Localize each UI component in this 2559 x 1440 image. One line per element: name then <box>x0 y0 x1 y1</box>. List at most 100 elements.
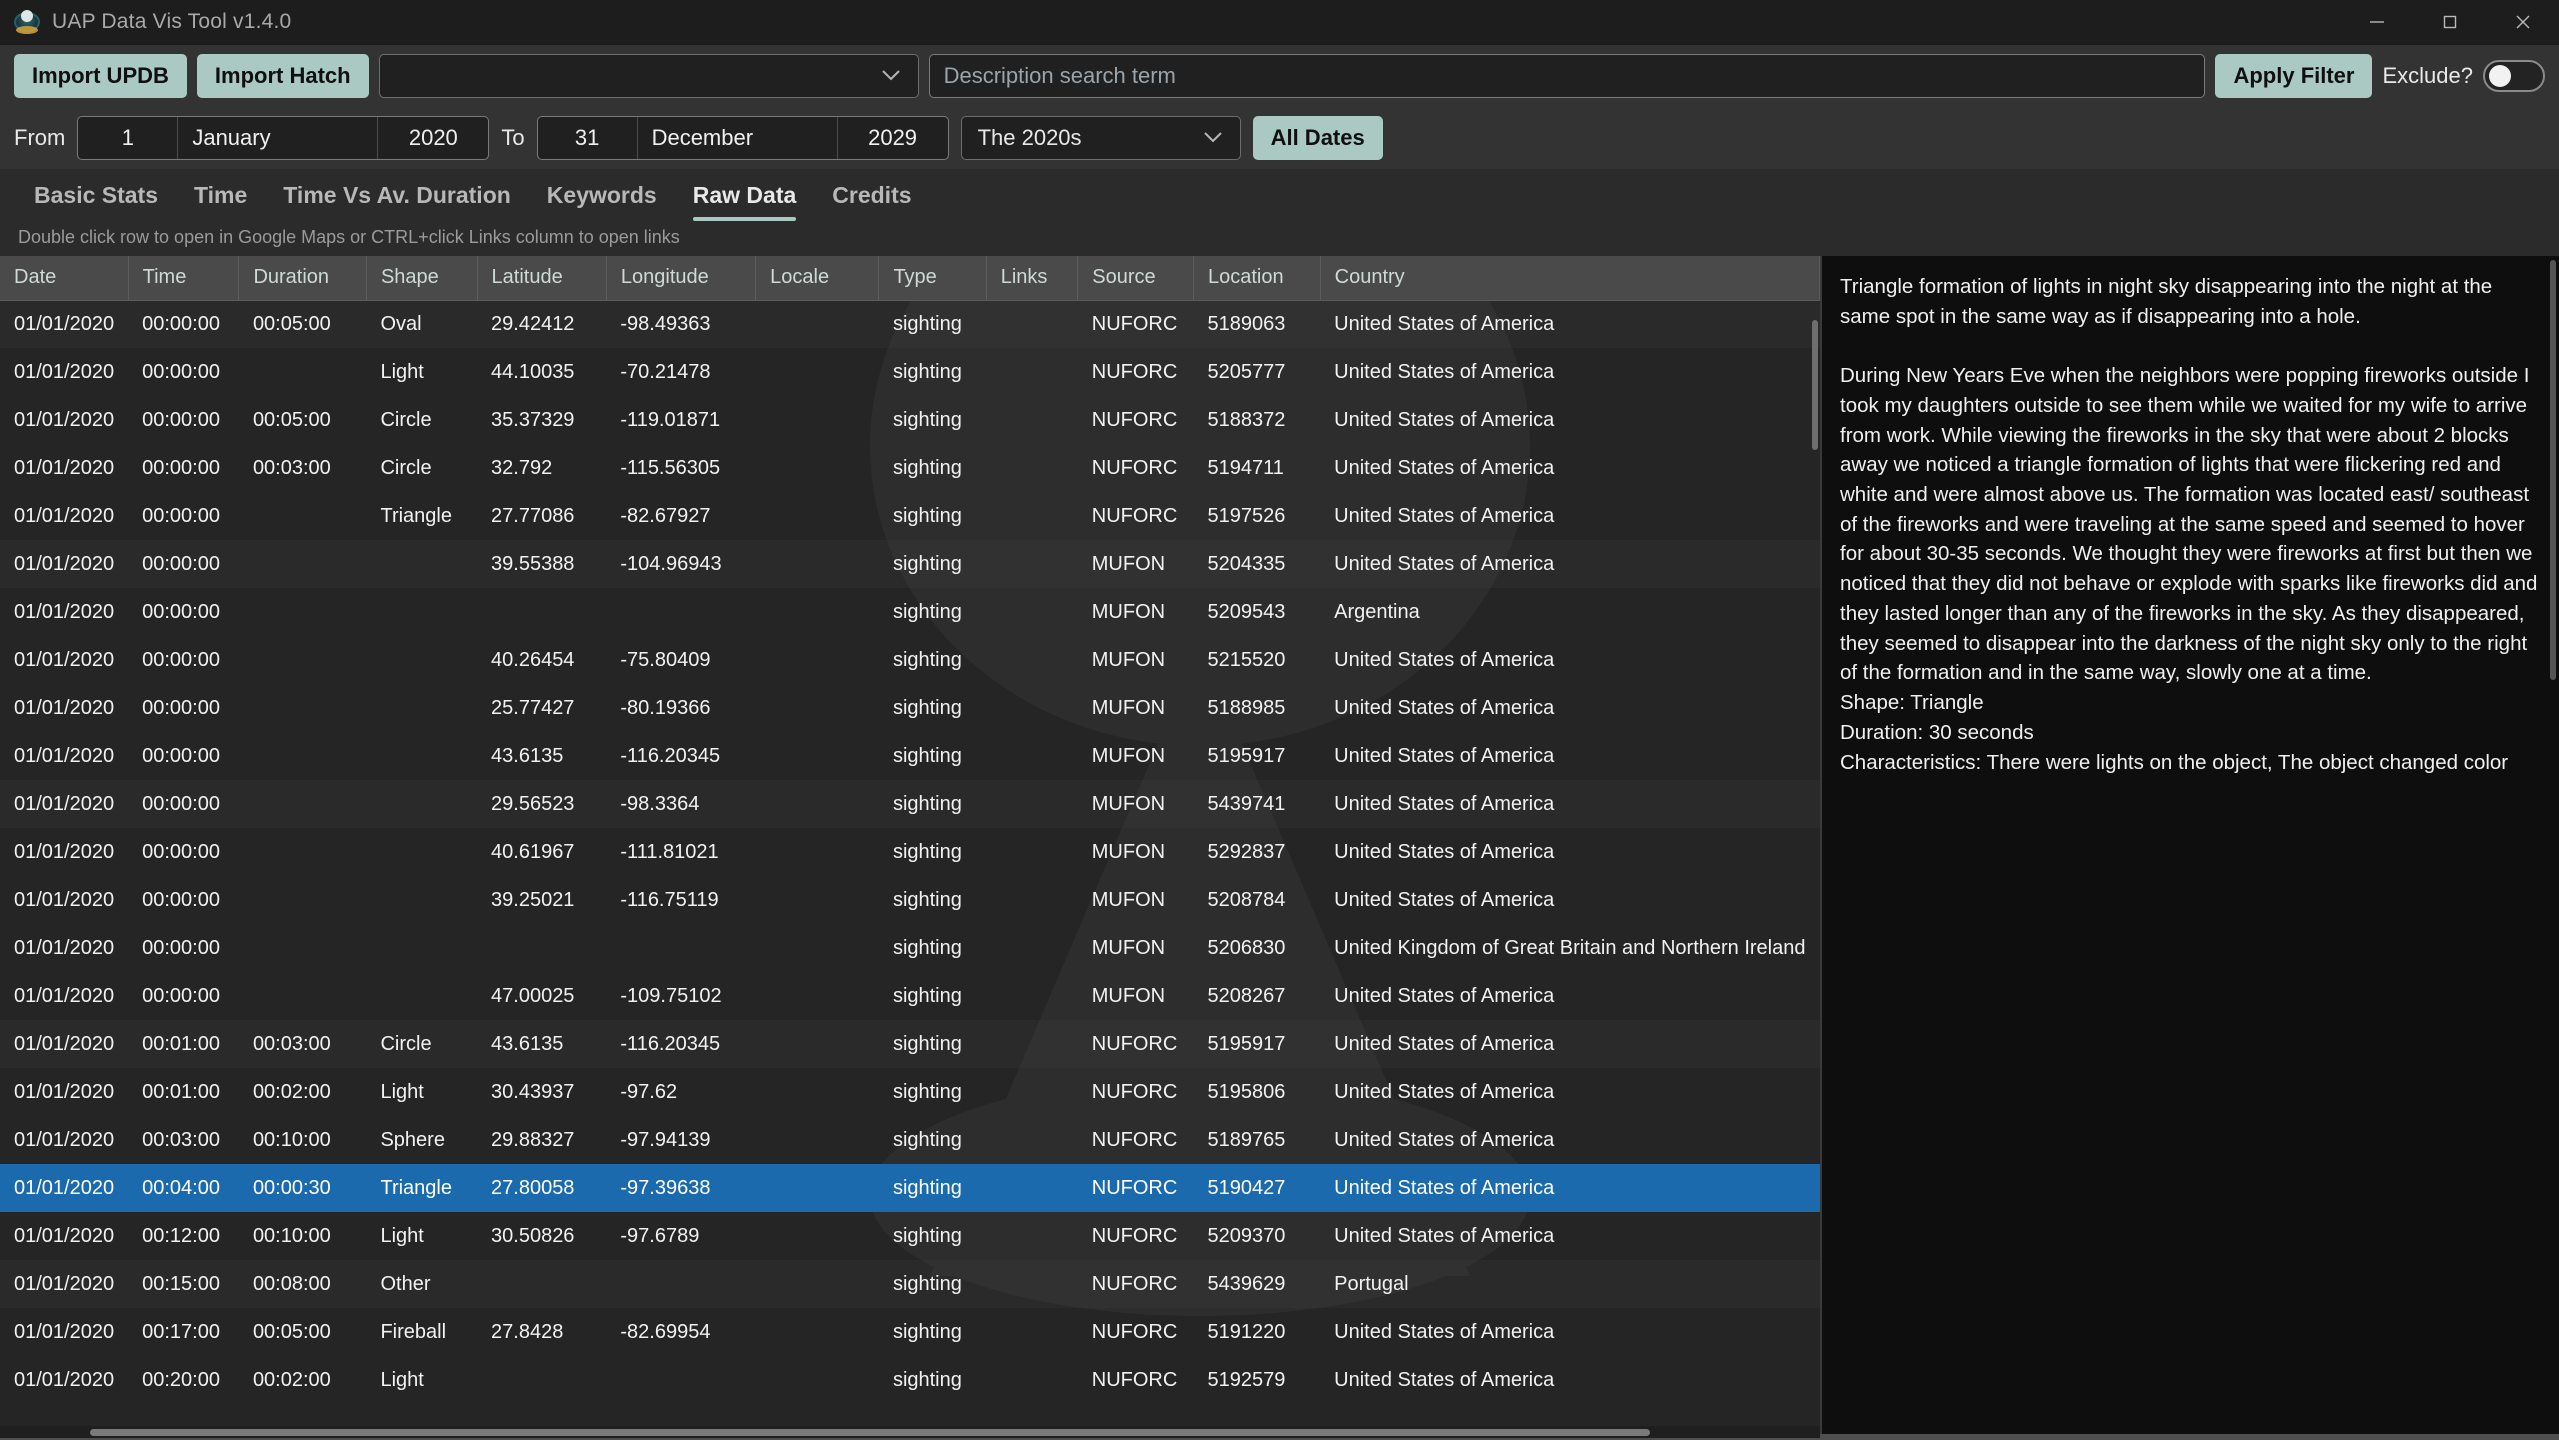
table-row[interactable]: 01/01/2020 00:00:00 00:05:00 Oval 29.42412 -9… <box>0 300 1820 348</box>
cell-lat[interactable]: 35.37329 <box>477 396 606 444</box>
cell-shape[interactable]: Triangle <box>366 492 477 540</box>
cell-lat[interactable] <box>477 1356 606 1404</box>
cell-shape[interactable]: Fireball <box>366 1308 477 1356</box>
cell-country[interactable]: Portugal <box>1320 1260 1819 1308</box>
cell-duration[interactable] <box>239 828 367 876</box>
cell-date[interactable]: 01/01/2020 <box>0 1308 128 1356</box>
table-row[interactable]: 01/01/2020 00:00:00 sighting MUFON 5209543 Ar… <box>0 588 1820 636</box>
table-row[interactable]: 01/01/2020 00:01:00 00:02:00 Light 30.43937-… <box>0 1068 1820 1116</box>
from-day-field[interactable]: 1 <box>78 117 179 159</box>
cell-time[interactable]: 00:01:00 <box>128 1020 239 1068</box>
cell-country[interactable]: United States of America <box>1320 780 1819 828</box>
cell-locale[interactable] <box>756 828 879 876</box>
table-row[interactable]: 01/01/2020 00:00:00 43.6135 -116.20345 sight… <box>0 732 1820 780</box>
table-row[interactable]: 01/01/2020 00:00:00 40.26454 -75.80409 sight… <box>0 636 1820 684</box>
cell-country[interactable]: Argentina <box>1320 588 1819 636</box>
cell-location[interactable]: 5189063 <box>1193 300 1320 348</box>
cell-time[interactable]: 00:00:00 <box>128 396 239 444</box>
cell-time[interactable]: 00:00:00 <box>128 300 239 348</box>
cell-duration[interactable] <box>239 492 367 540</box>
cell-date[interactable]: 01/01/2020 <box>0 1260 128 1308</box>
cell-shape[interactable]: Light <box>366 1068 477 1116</box>
cell-locale[interactable] <box>756 1356 879 1404</box>
cell-location[interactable]: 5191220 <box>1193 1308 1320 1356</box>
cell-lon[interactable]: -98.3364 <box>606 780 755 828</box>
cell-lon[interactable]: -70.21478 <box>606 348 755 396</box>
cell-shape[interactable]: Circle <box>366 1020 477 1068</box>
cell-date[interactable]: 01/01/2020 <box>0 1068 128 1116</box>
cell-links[interactable] <box>986 684 1078 732</box>
shape-filter-dropdown[interactable] <box>378 54 919 98</box>
cell-source[interactable]: NUFORC <box>1078 1308 1194 1356</box>
table-row[interactable]: 01/01/2020 00:12:00 00:10:00 Light 30.50826-… <box>0 1212 1820 1260</box>
cell-time[interactable]: 00:00:00 <box>128 684 239 732</box>
cell-locale[interactable] <box>756 444 879 492</box>
column-header-source[interactable]: Source <box>1077 256 1194 301</box>
cell-source[interactable]: MUFON <box>1078 636 1194 684</box>
cell-duration[interactable]: 00:08:00 <box>239 1260 367 1308</box>
cell-links[interactable] <box>986 636 1078 684</box>
all-dates-button[interactable]: All Dates <box>1252 116 1383 160</box>
cell-lon[interactable]: -80.19366 <box>606 684 755 732</box>
cell-date[interactable]: 01/01/2020 <box>0 684 128 732</box>
cell-location[interactable]: 5209543 <box>1193 588 1320 636</box>
cell-lon[interactable]: -109.75102 <box>606 972 755 1020</box>
table-row[interactable]: 01/01/2020 00:15:00 00:08:00 Other sighting N… <box>0 1260 1820 1308</box>
cell-shape[interactable]: Circle <box>366 396 477 444</box>
cell-time[interactable]: 00:00:00 <box>128 924 239 972</box>
cell-lat[interactable] <box>477 588 606 636</box>
cell-links[interactable] <box>986 1308 1078 1356</box>
cell-lon[interactable]: -119.01871 <box>606 396 755 444</box>
cell-links[interactable] <box>986 492 1078 540</box>
cell-country[interactable]: United States of America <box>1320 1020 1819 1068</box>
cell-type[interactable]: sighting <box>878 1164 987 1212</box>
exclude-toggle[interactable] <box>2483 60 2545 92</box>
table-row[interactable]: 01/01/2020 00:00:00 47.00025 -109.75102 sigh… <box>0 972 1820 1020</box>
cell-source[interactable]: MUFON <box>1078 684 1194 732</box>
cell-duration[interactable]: 00:00:30 <box>238 1164 367 1212</box>
cell-links[interactable] <box>986 924 1078 972</box>
cell-links[interactable] <box>986 1164 1078 1212</box>
cell-location[interactable]: 5439741 <box>1193 780 1320 828</box>
cell-lon[interactable] <box>606 1260 755 1308</box>
cell-source[interactable]: NUFORC <box>1078 396 1194 444</box>
tab-raw-data[interactable]: Raw Data <box>675 182 815 221</box>
table-row[interactable]: 01/01/2020 00:00:00 40.61967 -111.81021 sigh… <box>0 828 1820 876</box>
cell-location[interactable]: 5205777 <box>1193 348 1320 396</box>
cell-time[interactable]: 00:00:00 <box>128 540 239 588</box>
cell-type[interactable]: sighting <box>879 924 986 972</box>
cell-lat[interactable]: 29.88327 <box>477 1116 606 1164</box>
cell-lat[interactable]: 25.77427 <box>477 684 606 732</box>
cell-shape[interactable]: Circle <box>366 444 477 492</box>
cell-links[interactable] <box>986 1212 1078 1260</box>
cell-locale[interactable] <box>756 1212 879 1260</box>
maximize-icon[interactable] <box>2413 0 2486 45</box>
cell-date[interactable]: 01/01/2020 <box>0 1164 129 1212</box>
cell-country[interactable]: United States of America <box>1320 876 1819 924</box>
cell-source[interactable]: MUFON <box>1078 924 1194 972</box>
cell-source[interactable]: MUFON <box>1078 780 1194 828</box>
table-row[interactable]: 01/01/2020 00:00:00 sighting MUFON 5206830 Un… <box>0 924 1820 972</box>
cell-lat[interactable]: 43.6135 <box>477 732 606 780</box>
cell-shape[interactable]: Triangle <box>366 1164 478 1212</box>
cell-locale[interactable] <box>756 972 879 1020</box>
cell-type[interactable]: sighting <box>879 1068 986 1116</box>
cell-time[interactable]: 00:20:00 <box>128 1356 239 1404</box>
cell-time[interactable]: 00:00:00 <box>128 828 239 876</box>
cell-links[interactable] <box>986 828 1078 876</box>
cell-duration[interactable]: 00:02:00 <box>239 1356 367 1404</box>
cell-shape[interactable] <box>366 828 477 876</box>
cell-location[interactable]: 5190427 <box>1193 1164 1321 1212</box>
description-search-input[interactable] <box>928 54 2206 98</box>
cell-date[interactable]: 01/01/2020 <box>0 492 128 540</box>
cell-shape[interactable] <box>366 588 477 636</box>
cell-lat[interactable]: 30.43937 <box>477 1068 606 1116</box>
cell-date[interactable]: 01/01/2020 <box>0 396 128 444</box>
cell-source[interactable]: MUFON <box>1078 588 1194 636</box>
tab-credits[interactable]: Credits <box>814 182 929 221</box>
cell-locale[interactable] <box>756 876 879 924</box>
cell-time[interactable]: 00:00:00 <box>128 876 239 924</box>
from-month-field[interactable]: January <box>178 117 379 159</box>
cell-source[interactable]: NUFORC <box>1078 1356 1194 1404</box>
cell-links[interactable] <box>986 1020 1078 1068</box>
